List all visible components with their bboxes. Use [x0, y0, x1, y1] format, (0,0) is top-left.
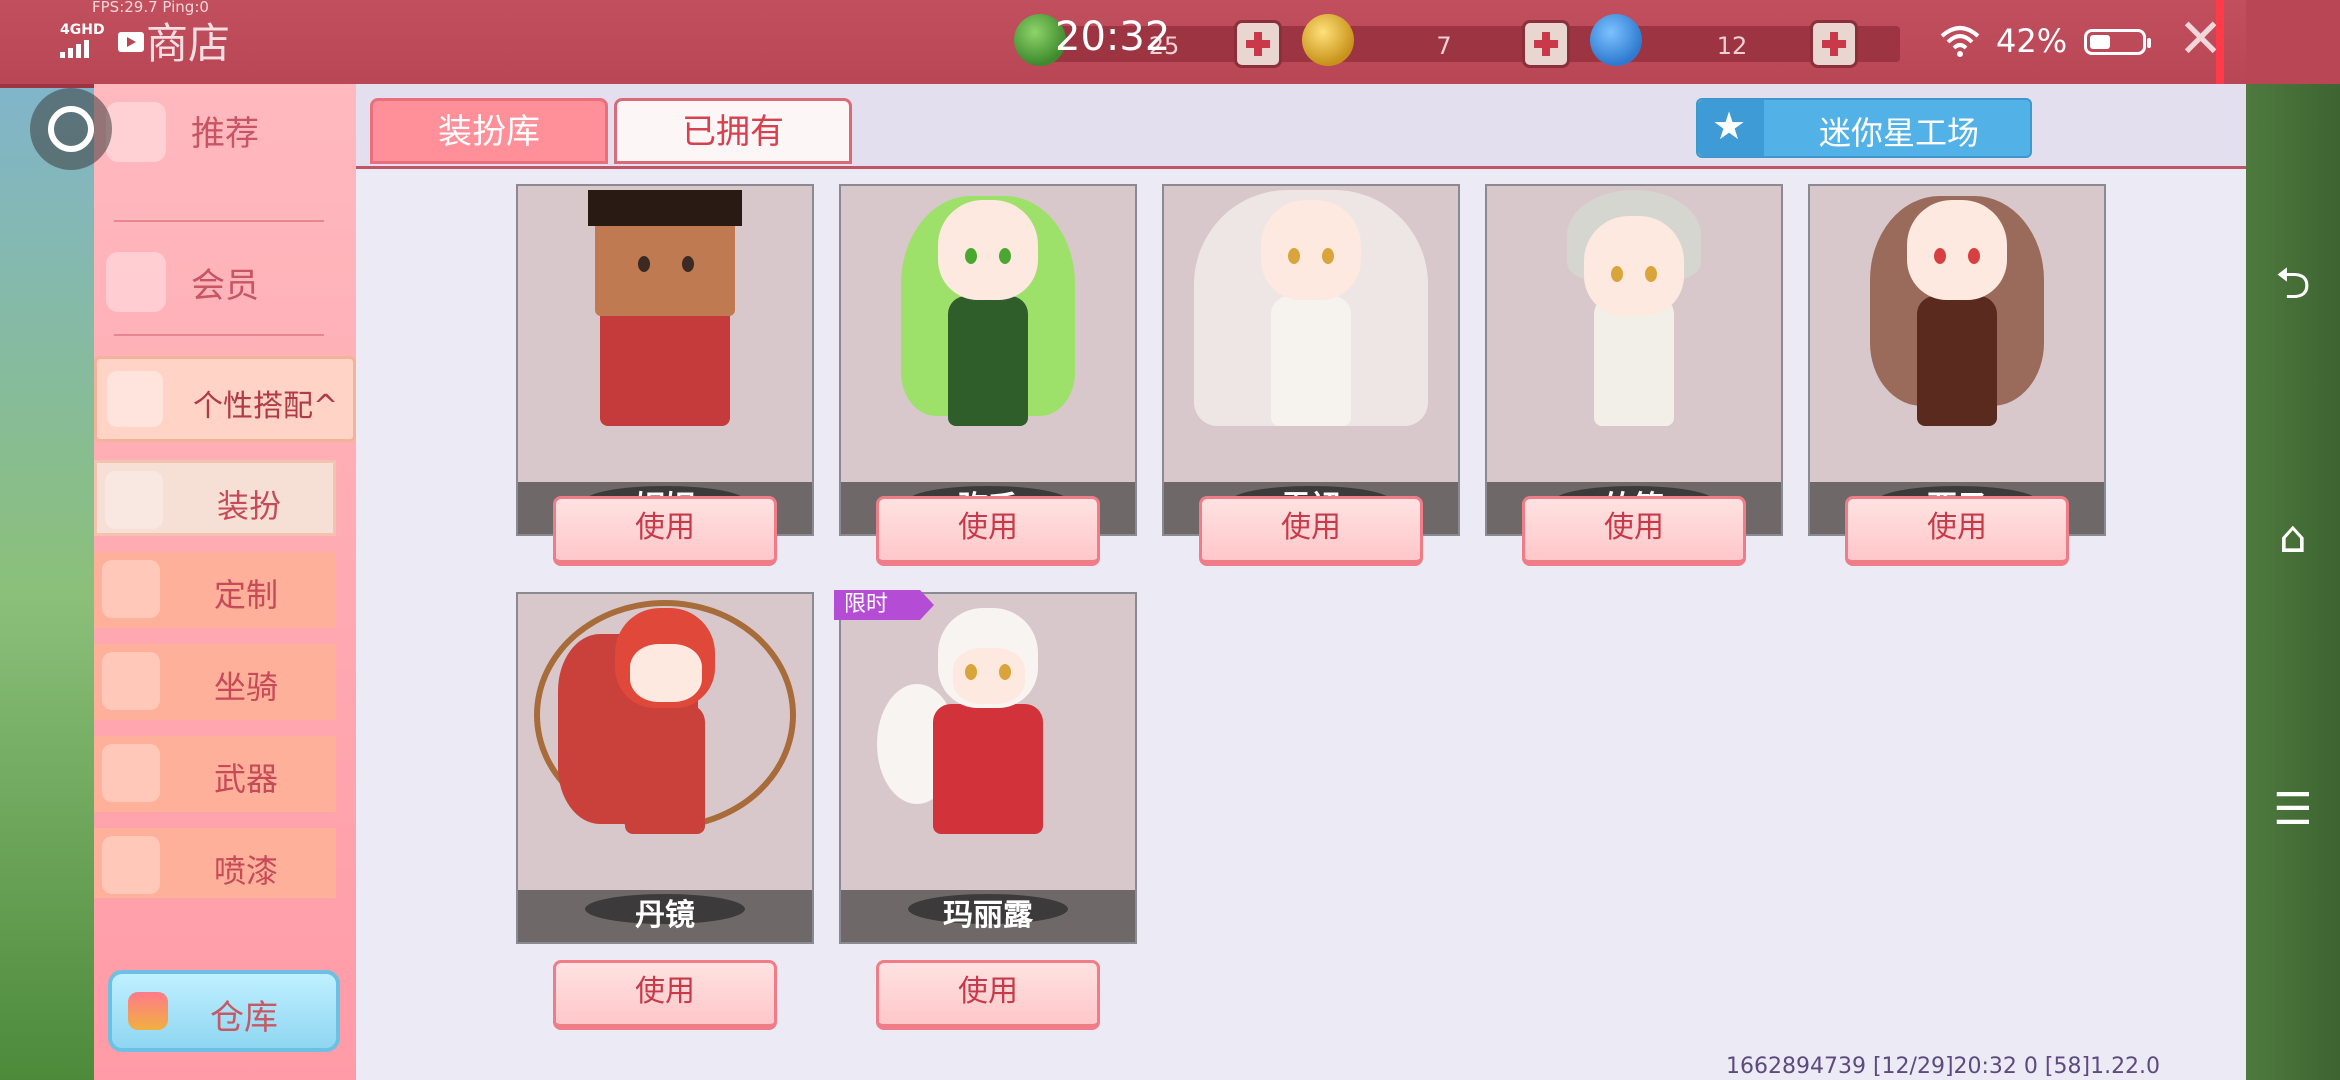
sidebar-item-custom[interactable]: 定制 [94, 552, 336, 628]
wifi-icon [1940, 26, 1980, 57]
warehouse-button[interactable]: 仓库 [108, 970, 340, 1052]
skin-card[interactable]: 弥禾 [839, 184, 1137, 536]
sidebar-item-spray[interactable]: 喷漆 [94, 828, 336, 898]
video-icon [118, 32, 144, 52]
gun-icon [102, 744, 160, 802]
skin-card[interactable]: 玛丽露 [839, 592, 1137, 944]
clock: 20:32 [1055, 14, 1171, 60]
home-icon[interactable]: ⌂ [2246, 498, 2340, 578]
sidebar: 推荐 会员 个性搭配^ 装扮 定制 坐骑 武器 喷漆 仓库 [94, 84, 356, 1080]
use-button[interactable]: 使用 [1199, 496, 1423, 566]
divider [114, 220, 324, 222]
spray-can-icon [102, 836, 160, 894]
tab-bar: 装扮库 已拥有 迷你星工场 [356, 84, 2246, 169]
sidebar-item-label: 会员 [191, 266, 259, 306]
skin-preview [841, 594, 1135, 834]
sidebar-item-member[interactable]: 会员 [94, 234, 356, 334]
top-right-corner [2246, 0, 2340, 84]
signal-icon: 4GHD [60, 22, 108, 58]
sidebar-item-label: 个性搭配^ [193, 389, 339, 424]
star-icon [1698, 100, 1764, 156]
skin-card[interactable]: 竹笙 [1485, 184, 1783, 536]
workshop-label: 迷你星工场 [1818, 114, 1979, 152]
use-button[interactable]: 使用 [1845, 496, 2069, 566]
skin-preview [1487, 186, 1781, 426]
sidebar-item-weapon[interactable]: 武器 [94, 736, 336, 812]
top-bar: FPS:29.7 Ping:0 4GHD 商店 25 7 12 20:32 42… [0, 0, 2340, 88]
mount-icon [102, 652, 160, 710]
skin-name: 玛丽露 [943, 898, 1033, 933]
floating-assist-button[interactable] [30, 88, 112, 170]
skin-preview [841, 186, 1135, 426]
skin-preview [518, 186, 812, 426]
trophy-icon [107, 371, 163, 427]
sidebar-item-label: 定制 [214, 576, 279, 614]
divider [2216, 0, 2224, 84]
menu-icon[interactable]: ☰ [2246, 770, 2340, 850]
use-button[interactable]: 使用 [876, 496, 1100, 566]
use-button[interactable]: 使用 [553, 960, 777, 1030]
battery-percent: 42% [1996, 22, 2068, 60]
sidebar-item-dressup[interactable]: 装扮 [94, 460, 336, 536]
network-type: 4GHD [60, 22, 105, 38]
resource-value: 7 [1436, 32, 1452, 60]
pencil-icon [102, 560, 160, 618]
sidebar-item-personal-style[interactable]: 个性搭配^ [94, 356, 356, 442]
limited-badge: 限时 [834, 590, 934, 620]
resource-value: 12 [1716, 32, 1748, 60]
sidebar-item-recommend[interactable]: 推荐 [94, 84, 356, 184]
divider [114, 334, 324, 336]
back-icon[interactable]: ⮌ [2246, 244, 2340, 324]
shirt-icon [105, 471, 163, 529]
skin-card[interactable]: 丹镜 [516, 592, 814, 944]
sidebar-item-label: 装扮 [217, 487, 282, 525]
warehouse-label: 仓库 [210, 998, 278, 1038]
sidebar-item-label: 武器 [214, 760, 279, 798]
add-gold-button[interactable] [1522, 20, 1570, 68]
use-button[interactable]: 使用 [553, 496, 777, 566]
main-panel: 装扮库 已拥有 迷你星工场 妮妮 使用 弥禾 使用 [356, 84, 2246, 1080]
sidebar-item-label: 喷漆 [214, 852, 279, 890]
system-nav-bar: ⮌ ⌂ ☰ [2246, 84, 2340, 1080]
skin-preview [1164, 186, 1458, 426]
tab-owned[interactable]: 已拥有 [614, 98, 852, 164]
gold-coin-icon [1302, 14, 1354, 66]
sidebar-item-label: 坐骑 [214, 668, 279, 706]
battery-icon [2084, 29, 2151, 55]
chest-icon [128, 992, 168, 1030]
skin-card[interactable]: 栗子 [1808, 184, 2106, 536]
mini-workshop-button[interactable]: 迷你星工场 [1696, 98, 2032, 158]
page-title: 商店 [146, 19, 231, 68]
use-button[interactable]: 使用 [876, 960, 1100, 1030]
skin-preview [1810, 186, 2104, 426]
use-button[interactable]: 使用 [1522, 496, 1746, 566]
skin-preview [518, 594, 812, 834]
add-blue-button[interactable] [1810, 20, 1858, 68]
skin-card[interactable]: 妮妮 [516, 184, 814, 536]
sidebar-item-label: 推荐 [191, 114, 259, 154]
build-info: 1662894739 [12/29]20:32 0 [58]1.22.0 [1726, 1054, 2161, 1079]
blue-coin-icon [1590, 14, 1642, 66]
sidebar-item-mount[interactable]: 坐骑 [94, 644, 336, 720]
skin-card[interactable]: 雪裙 [1162, 184, 1460, 536]
add-green-button[interactable] [1234, 20, 1282, 68]
skin-name: 丹镜 [635, 898, 695, 933]
tab-dressup-library[interactable]: 装扮库 [370, 98, 608, 164]
